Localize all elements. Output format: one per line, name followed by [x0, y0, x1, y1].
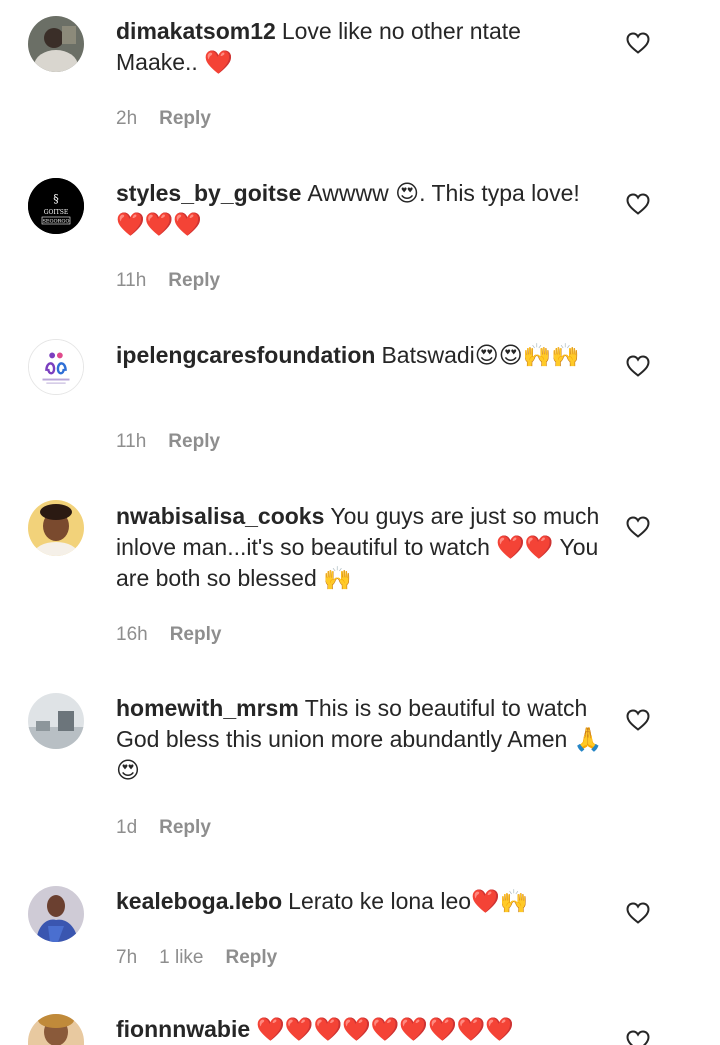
- comment-text: Batswadi😍😍🙌🙌: [381, 342, 580, 368]
- reply-button[interactable]: Reply: [226, 947, 278, 969]
- comment-username[interactable]: kealeboga.lebo: [116, 888, 282, 914]
- comment-body: fionnnwabie ❤️❤️❤️❤️❤️❤️❤️❤️❤️: [116, 1014, 606, 1045]
- comment-body: styles_by_goitse Awwww 😍. This typa love!…: [116, 178, 606, 240]
- heart-outline-icon[interactable]: [626, 709, 650, 731]
- like-count[interactable]: 1 like: [159, 947, 203, 969]
- avatar-logo-subtext: SEGORGO: [42, 219, 69, 225]
- comment-meta: 11h Reply: [116, 270, 220, 292]
- comment-body: kealeboga.lebo Lerato ke lona leo❤️🙌: [116, 886, 606, 917]
- avatar-logo-text: GOITSE: [44, 209, 69, 216]
- comment-username[interactable]: homewith_mrsm: [116, 695, 299, 721]
- heart-outline-icon[interactable]: [626, 1030, 650, 1045]
- avatar[interactable]: [28, 339, 84, 395]
- comment-body: dimakatsom12 Love like no other ntate Maa…: [116, 16, 606, 78]
- comment-time: 7h: [116, 947, 138, 968]
- reply-button[interactable]: Reply: [168, 431, 220, 453]
- comment-time: 11h: [116, 270, 147, 291]
- avatar[interactable]: [28, 886, 84, 942]
- avatar[interactable]: [28, 693, 84, 749]
- comment-meta: 7h 1 like Reply: [116, 947, 277, 969]
- comment-text: Lerato ke lona leo❤️🙌: [288, 888, 529, 914]
- heart-outline-icon[interactable]: [626, 32, 650, 54]
- comment-username[interactable]: nwabisalisa_cooks: [116, 503, 324, 529]
- heart-outline-icon[interactable]: [626, 516, 650, 538]
- avatar[interactable]: [28, 16, 84, 72]
- comment-body: nwabisalisa_cooks You guys are just so mu…: [116, 501, 606, 594]
- comment-time: 1d: [116, 817, 138, 838]
- comment-username[interactable]: styles_by_goitse: [116, 180, 301, 206]
- comment-meta: 1d Reply: [116, 817, 211, 839]
- comment-body: homewith_mrsm This is so beautiful to wat…: [116, 693, 606, 786]
- comment-meta: 2h Reply: [116, 108, 211, 130]
- svg-text:§: §: [53, 192, 59, 205]
- reply-button[interactable]: Reply: [168, 270, 220, 292]
- reply-button[interactable]: Reply: [170, 624, 222, 646]
- avatar[interactable]: [28, 500, 84, 556]
- comment-meta: 16h Reply: [116, 624, 221, 646]
- comment-time: 16h: [116, 624, 148, 645]
- comment-username[interactable]: fionnnwabie: [116, 1016, 250, 1042]
- avatar[interactable]: § GOITSE SEGORGO: [28, 178, 84, 234]
- comment-username[interactable]: ipelengcaresfoundation: [116, 342, 375, 368]
- comment-time: 11h: [116, 431, 147, 452]
- comment-username[interactable]: dimakatsom12: [116, 18, 276, 44]
- heart-outline-icon[interactable]: [626, 902, 650, 924]
- reply-button[interactable]: Reply: [159, 108, 211, 130]
- heart-outline-icon[interactable]: [626, 355, 650, 377]
- avatar[interactable]: [28, 1014, 84, 1045]
- reply-button[interactable]: Reply: [159, 817, 211, 839]
- comment-meta: 11h Reply: [116, 431, 220, 453]
- comment-time: 2h: [116, 108, 138, 129]
- comment-body: ipelengcaresfoundation Batswadi😍😍🙌🙌: [116, 340, 606, 371]
- comment-text: ❤️❤️❤️❤️❤️❤️❤️❤️❤️: [256, 1016, 514, 1042]
- heart-outline-icon[interactable]: [626, 193, 650, 215]
